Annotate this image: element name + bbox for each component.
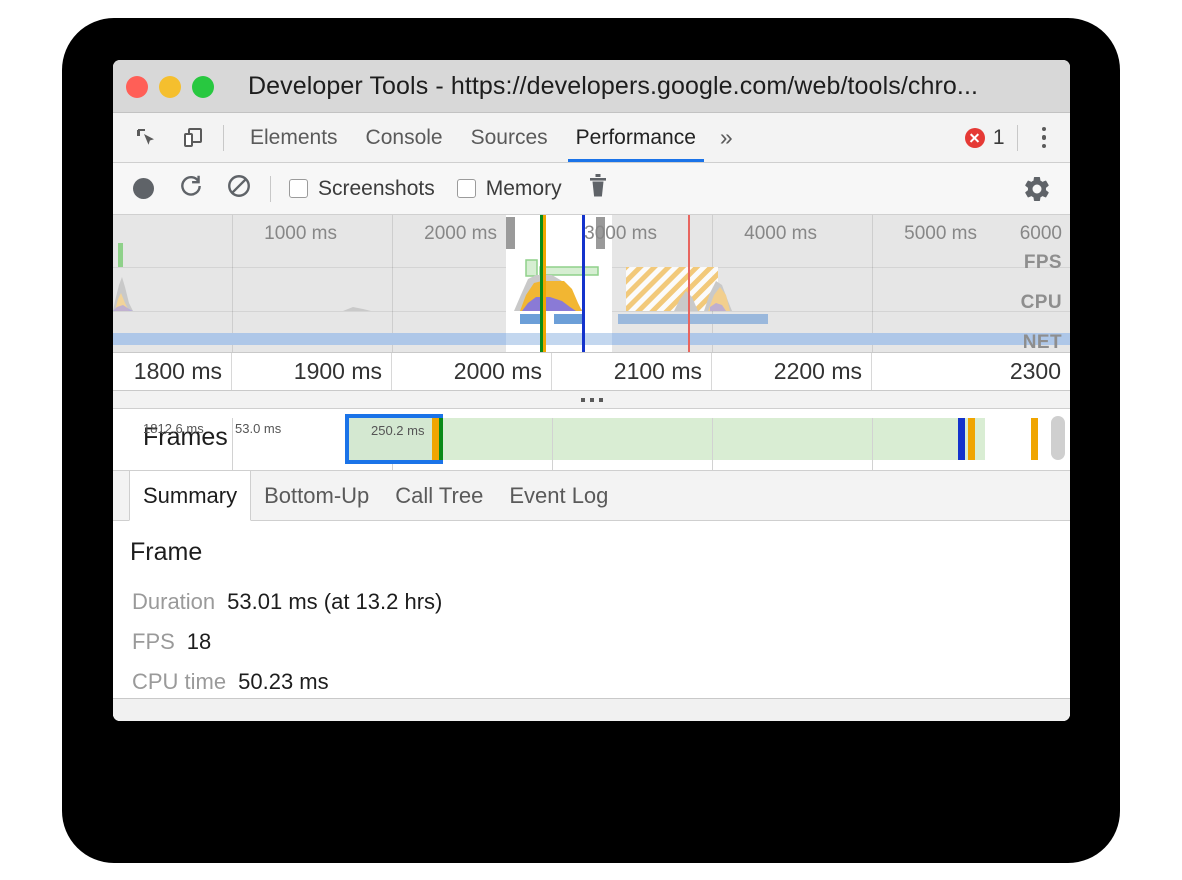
tab-performance[interactable]: Performance (562, 113, 710, 162)
summary-row-cpu-time: CPU time 50.23 ms (132, 669, 329, 695)
frame-marker-green (439, 418, 443, 460)
overview-tick-4: 4000 ms (665, 223, 825, 245)
duration-value: 53.01 ms (at 13.2 hrs) (227, 589, 442, 615)
fps-label: FPS (132, 629, 175, 655)
memory-label: Memory (486, 177, 562, 201)
lane-label-cpu: CPU (1021, 292, 1062, 314)
panel-tabs: Elements Console Sources Performance » (236, 113, 743, 162)
title-bar: Developer Tools - https://developers.goo… (113, 60, 1070, 113)
frame-marker-blue (958, 418, 965, 460)
screenshots-checkbox[interactable]: Screenshots (289, 177, 435, 201)
collect-garbage-icon[interactable] (586, 173, 610, 204)
settings-button[interactable] (1022, 174, 1070, 204)
performance-toolbar: Screenshots Memory (113, 163, 1070, 215)
detail-tabbar: Summary Bottom-Up Call Tree Event Log (113, 471, 1070, 521)
screenshots-label: Screenshots (318, 177, 435, 201)
devtools-window: Developer Tools - https://developers.goo… (113, 60, 1070, 721)
record-icon[interactable] (133, 178, 154, 199)
summary-panel: Frame Duration 53.01 ms (at 13.2 hrs) FP… (113, 521, 1070, 721)
cpu-time-label: CPU time (132, 669, 226, 695)
tabbar-right-cluster: 1 (965, 113, 1070, 162)
tab-summary[interactable]: Summary (129, 470, 251, 521)
ruler-tick-2100: 2100 ms (552, 353, 712, 390)
maximize-button[interactable] (192, 76, 214, 98)
screenshots-checkbox-box[interactable] (289, 179, 308, 198)
selected-frame[interactable] (345, 414, 443, 464)
memory-checkbox[interactable]: Memory (457, 177, 562, 201)
error-badge[interactable]: 1 (965, 126, 1005, 150)
ruler-tick-2000: 2000 ms (392, 353, 552, 390)
summary-row-duration: Duration 53.01 ms (at 13.2 hrs) (132, 589, 442, 615)
summary-heading: Frame (130, 538, 202, 567)
frame-marker-orange-2 (968, 418, 975, 460)
more-tabs-icon[interactable]: » (710, 124, 743, 151)
frame-label-2: 53.0 ms (235, 421, 281, 436)
tab-event-log[interactable]: Event Log (496, 476, 621, 516)
minimize-button[interactable] (159, 76, 181, 98)
expand-handle[interactable] (113, 391, 1070, 409)
status-bar (113, 698, 1070, 721)
ruler-tick-2300: 2300 (872, 353, 1070, 390)
time-ruler[interactable]: 1800 ms 1900 ms 2000 ms 2100 ms 2200 ms … (113, 353, 1070, 391)
gear-icon (1022, 174, 1052, 204)
expand-dot-2 (590, 398, 594, 402)
expand-dot-1 (581, 398, 585, 402)
cpu-time-value: 50.23 ms (238, 669, 329, 695)
overview-tick-3: 3000 ms (505, 223, 665, 245)
tabbar-divider (1017, 125, 1018, 151)
window-controls (126, 76, 214, 98)
window-title: Developer Tools - https://developers.goo… (248, 72, 978, 101)
screenshot-root: Developer Tools - https://developers.goo… (0, 0, 1182, 880)
overview-tick-1: 1000 ms (113, 223, 345, 245)
timeline-overview[interactable]: 1000 ms 2000 ms 3000 ms 4000 ms 5000 ms … (113, 215, 1070, 353)
inspect-element-icon[interactable] (129, 120, 165, 156)
fps-value: 18 (187, 629, 211, 655)
overview-tick-2: 2000 ms (345, 223, 505, 245)
ruler-tick-1800: 1800 ms (113, 353, 232, 390)
lane-label-fps: FPS (1024, 252, 1062, 274)
lane-label-net: NET (1023, 332, 1062, 353)
close-button[interactable] (126, 76, 148, 98)
tab-elements[interactable]: Elements (236, 113, 352, 162)
toolbar-divider-2 (270, 176, 271, 202)
expand-dot-3 (599, 398, 603, 402)
tab-call-tree[interactable]: Call Tree (382, 476, 496, 516)
error-circle-icon (965, 128, 985, 148)
tab-sources[interactable]: Sources (457, 113, 562, 162)
ruler-tick-1900: 1900 ms (232, 353, 392, 390)
frame-label-3: 250.2 ms (371, 423, 424, 438)
clear-recording-icon[interactable] (226, 173, 252, 204)
device-toolbar-icon[interactable] (175, 120, 211, 156)
overview-tick-5: 5000 ms (825, 223, 985, 245)
memory-checkbox-box[interactable] (457, 179, 476, 198)
frame-marker-orange-3 (1031, 418, 1038, 460)
frame-label-1: 1812.6 ms (143, 421, 204, 436)
tab-console[interactable]: Console (352, 113, 457, 162)
frame-marker-orange-1 (432, 418, 439, 460)
frames-scrollbar-thumb[interactable] (1051, 416, 1065, 460)
error-count: 1 (993, 126, 1005, 150)
duration-label: Duration (132, 589, 215, 615)
overview-tick-6: 6000 (985, 223, 1070, 245)
summary-row-fps: FPS 18 (132, 629, 211, 655)
toolbar-divider (223, 125, 224, 151)
frames-track[interactable]: 1812.6 ms 53.0 ms 250.2 ms Frames (113, 409, 1070, 471)
ruler-tick-2200: 2200 ms (712, 353, 872, 390)
reload-and-record-icon[interactable] (178, 173, 204, 204)
devtools-tabbar: Elements Console Sources Performance » 1 (113, 113, 1070, 163)
kebab-menu-icon[interactable] (1030, 127, 1059, 149)
tab-bottom-up[interactable]: Bottom-Up (251, 476, 382, 516)
